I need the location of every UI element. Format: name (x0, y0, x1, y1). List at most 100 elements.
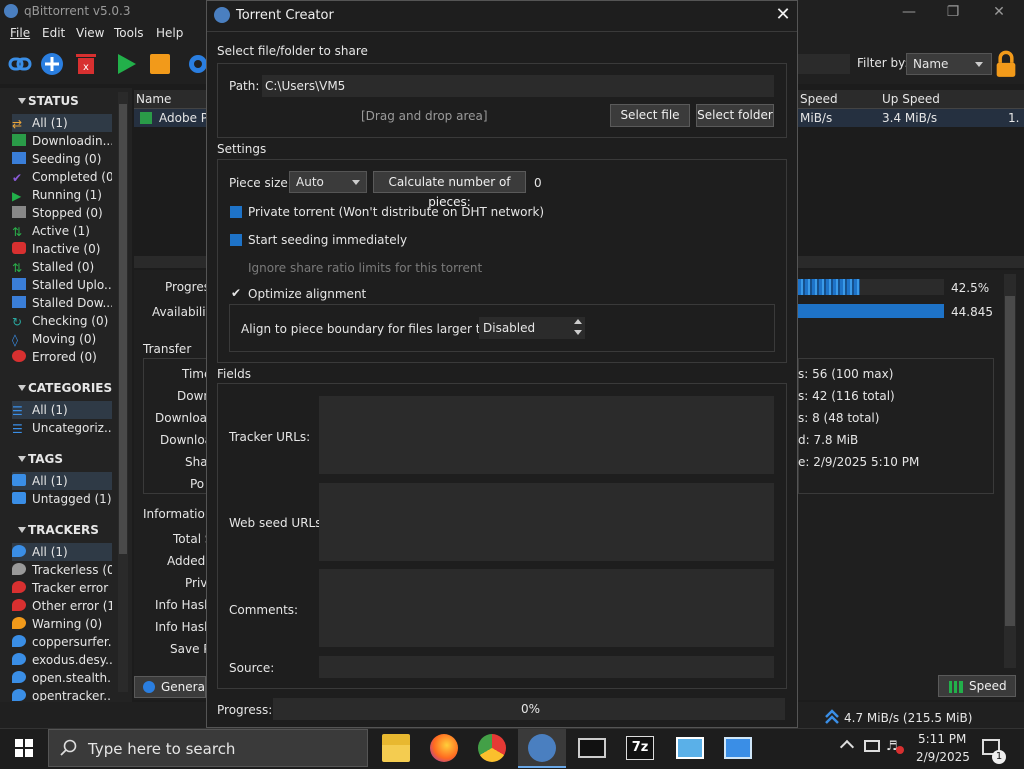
sidebar-item-errored[interactable]: Errored (0) (12, 348, 112, 366)
resume-icon[interactable] (114, 52, 138, 76)
private-torrent-label: Private torrent (Won't distribute on DHT… (248, 205, 545, 219)
tracker-urls-textarea[interactable] (319, 396, 774, 474)
sidebar-item-stalled-downloading[interactable]: Stalled Dow... (12, 294, 112, 312)
sidebar-item-tracker-host[interactable]: opentracker.... (12, 687, 112, 701)
select-folder-button[interactable]: Select folder (696, 104, 774, 127)
path-label: Path: (229, 79, 260, 93)
sidebar-item-trackerless[interactable]: Trackerless (0) (12, 561, 112, 579)
maximize-icon[interactable]: ❐ (938, 2, 968, 22)
sidebar-item-tag-all[interactable]: All (1) (12, 472, 112, 490)
sidebar-item-stalled[interactable]: ⇅ Stalled (0) (12, 258, 112, 276)
taskbar-date[interactable]: 2/9/2025 (916, 750, 970, 764)
sidebar-item-stopped[interactable]: Stopped (0) (12, 204, 112, 222)
source-label: Source: (229, 661, 275, 675)
availability-bar (798, 304, 944, 318)
tab-general[interactable]: General (134, 676, 208, 698)
dialog-close-icon[interactable]: ✕ (772, 4, 794, 26)
tags-header[interactable]: TAGS (17, 452, 63, 466)
terminal-icon[interactable] (578, 738, 606, 758)
calculate-pieces-button[interactable]: Calculate number of pieces: (373, 171, 526, 209)
details-scrollbar-thumb[interactable] (1005, 296, 1015, 626)
select-file-button[interactable]: Select file (610, 104, 690, 127)
start-seeding-checkbox[interactable] (230, 234, 242, 246)
sidebar-item-untagged[interactable]: Untagged (1) (12, 490, 112, 508)
firefox-icon[interactable] (430, 734, 458, 762)
column-down-speed[interactable]: Speed (800, 92, 838, 106)
sidebar-item-tracker-error[interactable]: Tracker error ... (12, 579, 112, 597)
sidebar-scrollbar-thumb[interactable] (119, 104, 127, 554)
close-icon[interactable]: ✕ (984, 2, 1014, 22)
spin-down-icon[interactable] (574, 330, 582, 335)
stop-icon[interactable] (148, 52, 172, 76)
chrome-icon[interactable] (478, 734, 506, 762)
sidebar-item-tracker-all[interactable]: All (1) (12, 543, 112, 561)
info-label: Priv (185, 576, 208, 590)
delete-icon[interactable]: x (74, 52, 98, 76)
add-link-icon[interactable] (8, 52, 32, 76)
sidebar-item-tracker-host[interactable]: open.stealth.... (12, 669, 112, 687)
app-icon (4, 4, 18, 18)
network-icon[interactable] (864, 740, 880, 752)
sidebar-item-category-all[interactable]: ☰ All (1) (12, 401, 112, 419)
align-spinbox[interactable]: Disabled (479, 317, 585, 339)
location-pin-icon (12, 671, 26, 683)
drag-drop-area[interactable]: [Drag and drop area] (361, 109, 488, 123)
piece-size-select[interactable]: Auto (289, 171, 367, 193)
status-header[interactable]: STATUS (18, 94, 79, 108)
menu-edit[interactable]: Edit (42, 26, 65, 40)
web-seed-urls-textarea[interactable] (319, 483, 774, 561)
remote-desktop-icon[interactable] (724, 737, 752, 759)
sidebar-item-completed[interactable]: ✔ Completed (0) (12, 168, 112, 186)
sidebar-item-tracker-host[interactable]: exodus.desy... (12, 651, 112, 669)
minimize-icon[interactable]: — (894, 2, 924, 22)
sidebar-item-uncategorized[interactable]: ☰ Uncategoriz... (12, 419, 112, 437)
creation-progress-value: 0% (521, 702, 541, 716)
windows-start-icon[interactable] (15, 739, 33, 757)
sidebar-item-downloading[interactable]: Downloadin... (12, 132, 112, 150)
filter-by-select[interactable]: Name (906, 53, 992, 75)
shuffle-icon: ⇄ (12, 117, 23, 131)
control-panel-icon[interactable] (676, 737, 704, 759)
trackers-header[interactable]: TRACKERS (18, 523, 99, 537)
sidebar-item-warning[interactable]: Warning (0) (12, 615, 112, 633)
location-pin-icon (12, 545, 26, 557)
taskbar-time[interactable]: 5:11 PM (918, 732, 966, 746)
menu-help[interactable]: Help (156, 26, 183, 40)
sidebar-item-tracker-host[interactable]: coppersurfer... (12, 633, 112, 651)
sidebar-item-checking[interactable]: ↻ Checking (0) (12, 312, 112, 330)
stop-square-icon (12, 206, 26, 218)
sidebar-item-active[interactable]: ⇅ Active (1) (12, 222, 112, 240)
downloading-icon (140, 112, 152, 124)
optimize-alignment-checkbox[interactable]: ✔ (231, 286, 241, 300)
column-name[interactable]: Name (136, 92, 171, 106)
transfer-section-header: Transfer (143, 342, 192, 356)
private-torrent-checkbox[interactable] (230, 206, 242, 218)
sidebar-item-inactive[interactable]: Inactive (0) (12, 240, 112, 258)
sidebar-item-status-all[interactable]: ⇄ All (1) (12, 114, 112, 132)
sidebar-item-other-error[interactable]: Other error (1) (12, 597, 112, 615)
sidebar-item-running[interactable]: ▶ Running (1) (12, 186, 112, 204)
sidebar-item-stalled-uploading[interactable]: Stalled Uplo... (12, 276, 112, 294)
info-label: Info Hash (155, 598, 212, 612)
info-label: Save P (170, 642, 211, 656)
file-explorer-icon[interactable] (382, 734, 410, 762)
menu-view[interactable]: View (76, 26, 104, 40)
column-up-speed[interactable]: Up Speed (882, 92, 940, 106)
speed-chart-icon (949, 681, 963, 693)
add-torrent-icon[interactable] (40, 52, 64, 76)
comments-textarea[interactable] (319, 569, 774, 647)
lock-icon[interactable] (992, 50, 1020, 78)
menu-tools[interactable]: Tools (114, 26, 144, 40)
path-input[interactable]: C:\Users\VM5 (262, 75, 774, 97)
menu-file[interactable]: File (10, 26, 30, 40)
spin-up-icon[interactable] (574, 319, 582, 324)
error-icon (12, 350, 26, 362)
filter-by-value: Name (913, 57, 949, 71)
tab-speed[interactable]: Speed (938, 675, 1016, 697)
7zip-icon[interactable]: 7z (626, 736, 654, 760)
source-input[interactable] (319, 656, 774, 678)
search-filter-input[interactable] (798, 54, 850, 74)
categories-header[interactable]: CATEGORIES (17, 381, 112, 395)
sidebar-item-seeding[interactable]: Seeding (0) (12, 150, 112, 168)
sidebar-item-moving[interactable]: ◊ Moving (0) (12, 330, 112, 348)
